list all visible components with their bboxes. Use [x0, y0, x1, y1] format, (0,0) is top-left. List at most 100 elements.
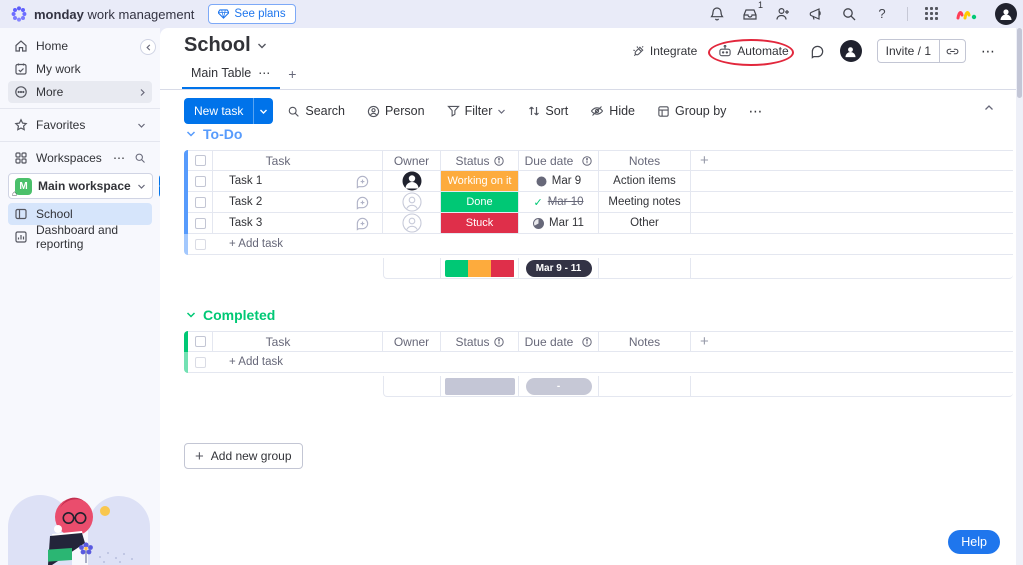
chevron-down-icon — [137, 122, 146, 129]
whats-new-icon[interactable] — [808, 6, 824, 22]
board-title[interactable]: School — [184, 34, 267, 57]
tab-main-table[interactable]: Main Table ⋯ — [182, 66, 281, 89]
sidebar-item-workspaces[interactable]: Workspaces ⋯ — [8, 147, 152, 169]
filter-button[interactable]: Filter — [439, 98, 515, 124]
inbox-icon[interactable]: 1 — [742, 0, 763, 22]
add-new-group-button[interactable]: + Add new group — [184, 443, 303, 469]
board-chat-icon[interactable] — [810, 44, 825, 59]
add-view-button[interactable]: + — [288, 66, 296, 89]
sidebar-item-more[interactable]: More — [8, 81, 152, 103]
workspace-selector[interactable]: M ⌂ Main workspace — [8, 173, 153, 199]
add-column-button[interactable]: + — [691, 331, 1013, 352]
date-range-cell[interactable]: - — [519, 376, 599, 397]
column-due-date[interactable]: Due date — [519, 331, 599, 352]
monday-logo[interactable]: monday work management — [10, 5, 194, 23]
group-by-button[interactable]: Group by — [649, 98, 734, 124]
collapse-header-icon[interactable] — [984, 104, 994, 111]
column-status[interactable]: Status — [441, 331, 519, 352]
column-owner[interactable]: Owner — [383, 150, 441, 171]
info-icon[interactable] — [493, 336, 504, 347]
column-chat-spacer — [343, 150, 383, 171]
row-checkbox[interactable] — [188, 192, 213, 213]
help-icon[interactable]: ? — [874, 6, 890, 22]
sort-button[interactable]: Sort — [520, 98, 576, 124]
column-owner[interactable]: Owner — [383, 331, 441, 352]
notifications-bell-icon[interactable] — [709, 6, 725, 22]
sidebar-board-dashboard[interactable]: Dashboard and reporting — [8, 223, 152, 251]
workspaces-search-icon[interactable] — [134, 152, 146, 164]
sidebar-item-my-work[interactable]: My work — [8, 58, 152, 80]
due-date-cell[interactable]: Mar 9 — [519, 171, 599, 192]
row-checkbox[interactable] — [188, 213, 213, 234]
status-cell[interactable]: Working on it — [441, 171, 519, 192]
board-owner-avatar[interactable] — [839, 40, 862, 62]
add-update-icon[interactable] — [343, 171, 383, 192]
person-filter-button[interactable]: Person — [359, 98, 433, 124]
sidebar-item-favorites[interactable]: Favorites — [8, 114, 152, 136]
copy-link-icon[interactable] — [939, 40, 965, 62]
chevron-down-icon[interactable] — [497, 108, 506, 115]
task-name[interactable]: Task 2 — [213, 192, 343, 213]
task-name[interactable]: Task 3 — [213, 213, 343, 234]
due-date-cell[interactable]: Mar 11 — [519, 213, 599, 234]
new-task-button[interactable]: New task — [184, 98, 274, 124]
column-task[interactable]: Task — [213, 150, 343, 171]
see-plans-button[interactable]: See plans — [208, 4, 296, 24]
owner-avatar-filled[interactable] — [383, 171, 441, 192]
info-icon[interactable] — [493, 155, 504, 166]
apps-grid-icon[interactable] — [925, 7, 939, 21]
column-notes[interactable]: Notes — [599, 331, 691, 352]
status-distribution-bar[interactable] — [441, 258, 519, 279]
integrate-button[interactable]: Integrate — [632, 44, 697, 58]
search-icon[interactable] — [841, 6, 857, 22]
help-button[interactable]: Help — [948, 530, 1000, 554]
dashboard-chart-icon — [14, 230, 28, 244]
toolbar-more-icon[interactable]: ⋯ — [740, 98, 771, 124]
board-more-icon[interactable]: ⋯ — [981, 43, 996, 60]
notes-cell[interactable]: Meeting notes — [599, 192, 691, 213]
sidebar-item-home[interactable]: Home — [8, 35, 152, 57]
group-completed-title[interactable]: Completed — [186, 307, 1013, 323]
notes-cell[interactable]: Other — [599, 213, 691, 234]
info-icon[interactable] — [582, 155, 593, 166]
product-logo-icon[interactable] — [956, 7, 978, 21]
add-update-icon[interactable] — [343, 192, 383, 213]
new-task-caret[interactable] — [253, 98, 274, 124]
owner-avatar-empty[interactable] — [383, 192, 441, 213]
page-scrollbar[interactable] — [1016, 28, 1023, 565]
column-notes[interactable]: Notes — [599, 150, 691, 171]
user-avatar[interactable] — [995, 3, 1017, 25]
invite-button[interactable]: Invite / 1 — [878, 44, 939, 58]
sidebar-collapse-button[interactable] — [140, 39, 156, 55]
task-name[interactable]: Task 1 — [213, 171, 343, 192]
info-icon[interactable] — [582, 336, 593, 347]
add-task-label[interactable]: + Add task — [213, 352, 343, 373]
add-task-label[interactable]: + Add task — [213, 234, 343, 255]
automate-button[interactable]: Automate — [708, 39, 795, 66]
hide-button[interactable]: Hide — [582, 98, 643, 124]
tab-options-icon[interactable]: ⋯ — [258, 66, 271, 80]
sidebar-board-school[interactable]: School — [8, 203, 152, 225]
add-update-icon[interactable] — [343, 213, 383, 234]
group-todo-title[interactable]: To-Do — [186, 126, 1013, 142]
add-task-row[interactable]: + Add task — [184, 234, 1013, 255]
scrollbar-thumb[interactable] — [1017, 28, 1022, 98]
select-all-checkbox[interactable] — [188, 150, 213, 171]
add-task-row[interactable]: + Add task — [184, 352, 1013, 373]
add-column-button[interactable]: + — [691, 150, 1013, 171]
date-range-cell[interactable]: Mar 9 - 11 — [519, 258, 599, 279]
workspaces-more-icon[interactable]: ⋯ — [113, 151, 126, 165]
column-due-date[interactable]: Due date — [519, 150, 599, 171]
due-date-cell[interactable]: ✓ Mar 10 — [519, 192, 599, 213]
notes-cell[interactable]: Action items — [599, 171, 691, 192]
owner-avatar-empty[interactable] — [383, 213, 441, 234]
status-distribution-bar[interactable] — [441, 376, 519, 397]
column-status[interactable]: Status — [441, 150, 519, 171]
search-button[interactable]: Search — [279, 98, 353, 124]
invite-members-icon[interactable] — [775, 6, 791, 22]
status-cell[interactable]: Stuck — [441, 213, 519, 234]
row-checkbox[interactable] — [188, 171, 213, 192]
status-cell[interactable]: Done — [441, 192, 519, 213]
select-all-checkbox[interactable] — [188, 331, 213, 352]
column-task[interactable]: Task — [213, 331, 343, 352]
